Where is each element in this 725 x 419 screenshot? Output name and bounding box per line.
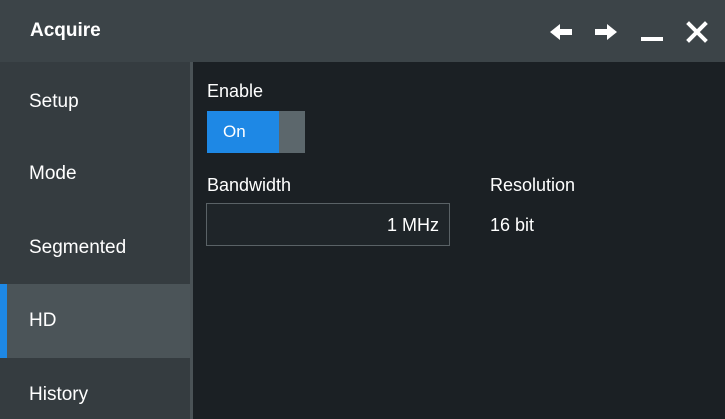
hd-settings-panel: Enable On Bandwidth 1 MHz Resolution 16 … (193, 62, 725, 419)
enable-toggle[interactable]: On (207, 111, 305, 153)
sidebar-item-segmented[interactable]: Segmented (0, 211, 190, 285)
title-bar: Acquire (0, 0, 725, 62)
sidebar: Setup Mode Segmented HD History (0, 62, 190, 419)
sidebar-item-label: History (29, 384, 89, 405)
toggle-on-state: On (207, 111, 279, 153)
sidebar-item-label: HD (29, 310, 57, 331)
active-indicator (0, 284, 7, 358)
close-icon (686, 21, 708, 43)
sidebar-item-history[interactable]: History (0, 358, 190, 419)
minimize-button[interactable] (636, 16, 668, 48)
bandwidth-input[interactable]: 1 MHz (206, 203, 450, 246)
sidebar-item-label: Segmented (29, 237, 127, 258)
sidebar-item-label: Mode (29, 163, 77, 184)
acquire-dialog: Acquire Setup Mode Segmented HD History … (0, 0, 725, 419)
arrow-left-icon (550, 24, 572, 40)
resolution-label: Resolution (490, 175, 576, 195)
sidebar-item-label: Setup (29, 91, 79, 112)
close-button[interactable] (681, 16, 713, 48)
sidebar-item-mode[interactable]: Mode (0, 137, 190, 211)
dialog-title: Acquire (30, 20, 101, 41)
bandwidth-label: Bandwidth (207, 175, 292, 195)
minimize-icon (641, 37, 663, 41)
bandwidth-value: 1 MHz (386, 215, 439, 235)
enable-label: Enable (207, 81, 264, 101)
arrow-right-icon (595, 24, 617, 40)
resolution-value: 16 bit (490, 215, 535, 235)
back-button[interactable] (545, 16, 577, 48)
toggle-knob (279, 111, 305, 153)
sidebar-item-hd[interactable]: HD (0, 284, 190, 358)
sidebar-item-setup[interactable]: Setup (0, 65, 190, 139)
toggle-state-label: On (223, 122, 246, 141)
forward-button[interactable] (590, 16, 622, 48)
